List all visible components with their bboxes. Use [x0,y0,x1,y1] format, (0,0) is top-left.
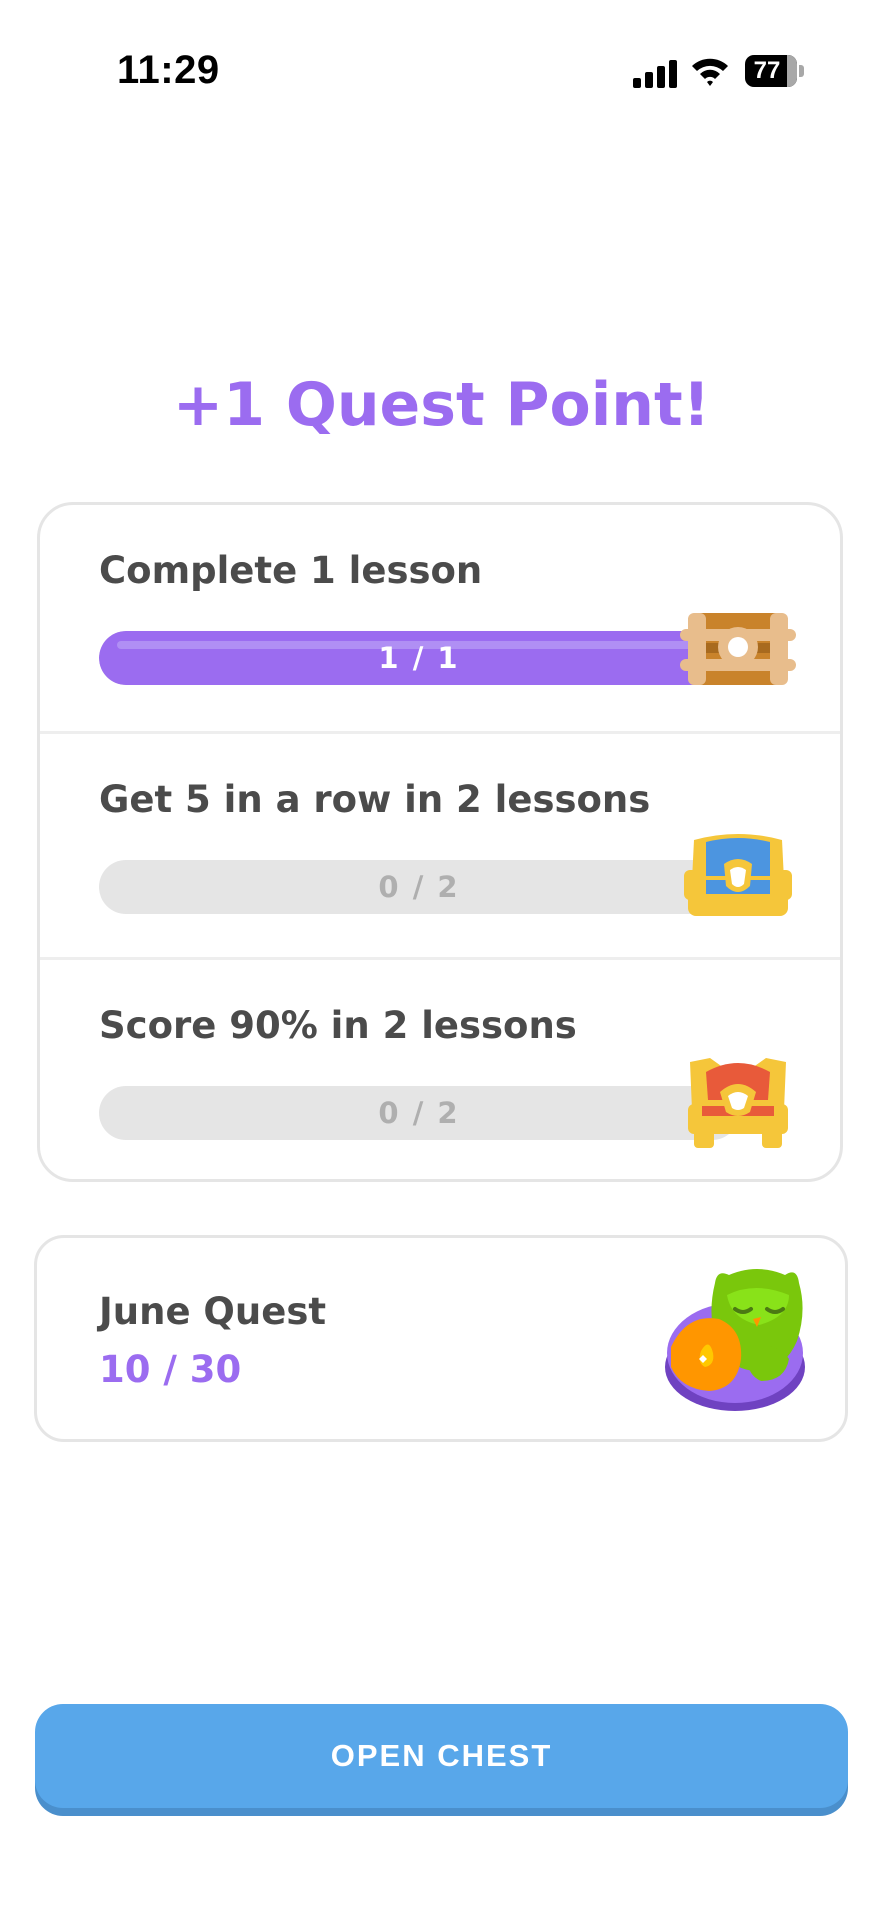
quest-progress-bar: 0 / 2 [99,860,739,914]
monthly-quest-title: June Quest [99,1290,327,1333]
red-gold-chest-icon [680,1054,796,1154]
quest-title: Score 90% in 2 lessons [99,1004,577,1047]
cellular-signal-icon [633,60,677,88]
quest-progress-label: 1 / 1 [378,641,460,675]
quest-progress-bar: 0 / 2 [99,1086,739,1140]
battery-level: 77 [753,57,781,84]
wifi-icon [690,55,730,87]
status-bar: 11:29 77 [0,0,883,140]
monthly-quest-progress: 10 / 30 [99,1348,242,1391]
status-time: 11:29 [117,48,220,92]
quest-progress-label: 0 / 2 [378,1096,460,1130]
quest-row: Complete 1 lesson 1 / 1 [40,505,840,731]
daily-quests-card: Complete 1 lesson 1 / 1 Get 5 in a row i… [37,502,843,1182]
battery-icon: 77 [745,55,805,87]
quest-title: Get 5 in a row in 2 lessons [99,778,651,821]
bronze-chest-open-icon [680,599,796,699]
quest-row: Score 90% in 2 lessons 0 / 2 [40,957,840,1186]
sleeping-owl-badge-icon [657,1255,817,1415]
quest-point-headline: +1 Quest Point! [172,370,711,440]
blue-chest-icon [680,828,796,928]
open-chest-button[interactable]: OPEN CHEST [35,1704,848,1808]
monthly-quest-card[interactable]: June Quest 10 / 30 [34,1235,848,1442]
quest-progress-bar: 1 / 1 [99,631,739,685]
open-chest-label: OPEN CHEST [330,1738,553,1773]
quest-title: Complete 1 lesson [99,549,483,592]
quest-progress-label: 0 / 2 [378,870,460,904]
quest-row: Get 5 in a row in 2 lessons 0 / 2 [40,731,840,960]
